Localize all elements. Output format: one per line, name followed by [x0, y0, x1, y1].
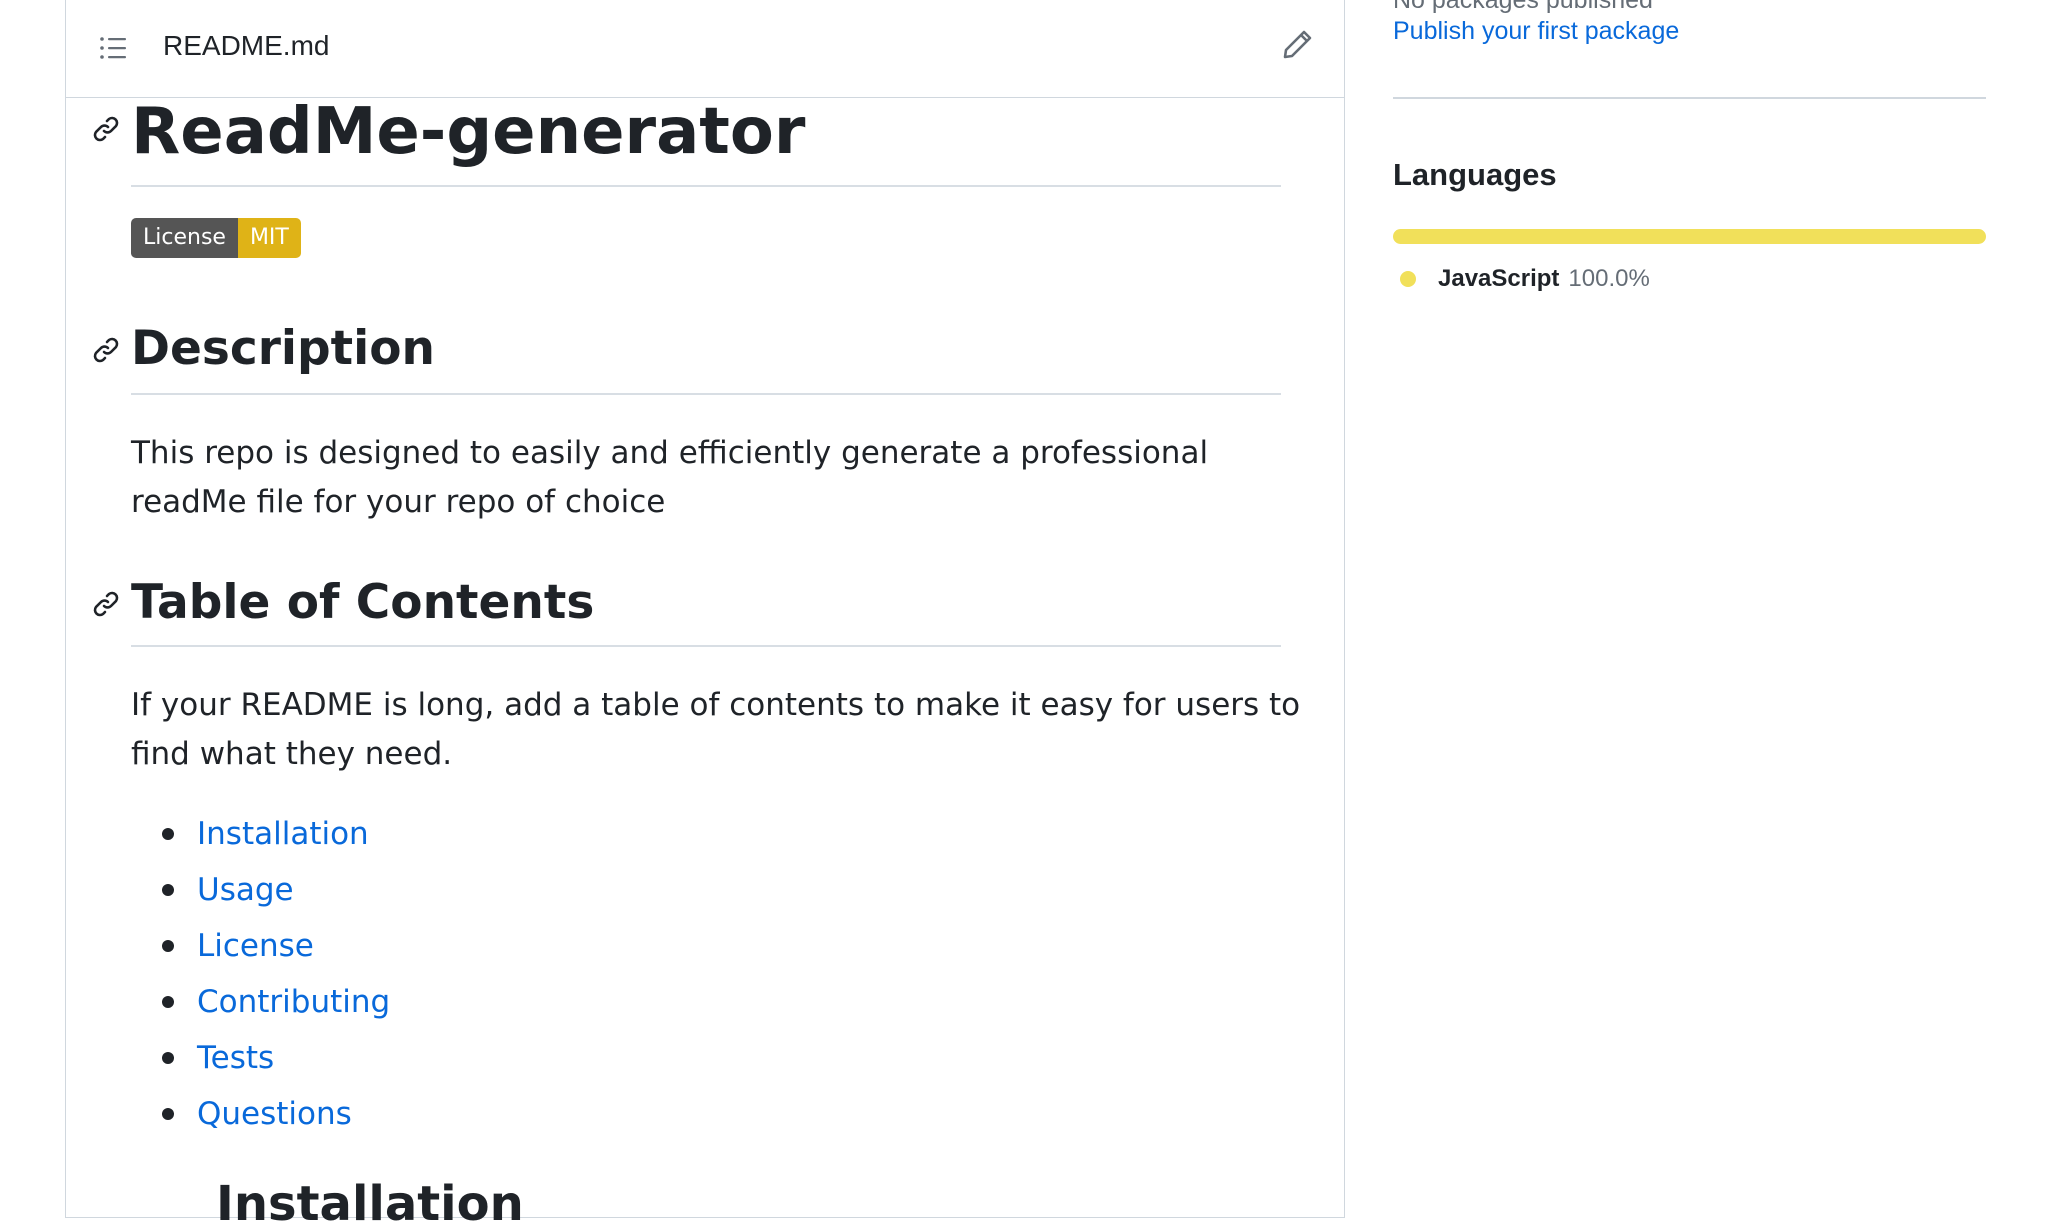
badge-value: MIT — [237, 218, 301, 258]
bullet — [162, 1052, 174, 1064]
list-item: License — [162, 918, 390, 974]
packages-status: No packages published — [1393, 0, 1653, 14]
description-divider — [131, 393, 1281, 395]
description-text: This repo is designed to easily and effi… — [131, 435, 1209, 520]
readme-filename: README.md — [163, 30, 330, 61]
toc-link-questions[interactable]: Questions — [197, 1096, 352, 1132]
license-badge[interactable]: License MIT — [131, 218, 301, 258]
publish-package-link[interactable]: Publish your first package — [1393, 17, 1679, 46]
toc-intro: If your README is long, add a table of c… — [131, 687, 1301, 772]
languages-title: Languages — [1393, 157, 1557, 192]
description-heading: Description — [131, 321, 435, 376]
languages-bar — [1393, 229, 1986, 244]
pencil-icon[interactable] — [1280, 28, 1314, 62]
list-unordered-icon[interactable] — [98, 33, 128, 63]
language-name: JavaScript — [1438, 265, 1560, 292]
readme-panel: README.md ReadMe-generator License MIT D… — [65, 0, 1345, 1228]
installation-heading-partial: Installation — [216, 1176, 524, 1232]
list-item: Tests — [162, 1030, 390, 1086]
toc-link-contributing[interactable]: Contributing — [197, 984, 390, 1020]
list-item: Usage — [162, 862, 390, 918]
toc-link-license[interactable]: License — [197, 928, 314, 964]
bullet — [162, 996, 174, 1008]
toc-divider — [131, 645, 1281, 647]
title-divider — [131, 185, 1281, 187]
toc-list: Installation Usage License Contributing … — [162, 806, 390, 1142]
list-item: Contributing — [162, 974, 390, 1030]
list-item: Questions — [162, 1086, 390, 1142]
list-item: Installation — [162, 806, 390, 862]
bullet — [162, 828, 174, 840]
toc-link-installation[interactable]: Installation — [197, 816, 369, 852]
readme-title: ReadMe-generator — [131, 95, 806, 169]
toc-link-tests[interactable]: Tests — [197, 1040, 274, 1076]
link-icon[interactable] — [91, 589, 121, 619]
language-percent: 100.0% — [1568, 265, 1650, 292]
badge-label: License — [131, 218, 238, 258]
link-icon[interactable] — [91, 114, 121, 144]
toc-link-usage[interactable]: Usage — [197, 872, 294, 908]
link-icon[interactable] — [91, 335, 121, 365]
bullet — [162, 884, 174, 896]
language-color-dot — [1400, 271, 1416, 287]
bullet — [162, 940, 174, 952]
sidebar-divider — [1393, 97, 1986, 99]
readme-header: README.md — [66, 0, 1344, 98]
bullet — [162, 1108, 174, 1120]
language-item-javascript[interactable]: JavaScript 100.0% — [1393, 265, 1650, 293]
toc-heading: Table of Contents — [131, 575, 595, 630]
